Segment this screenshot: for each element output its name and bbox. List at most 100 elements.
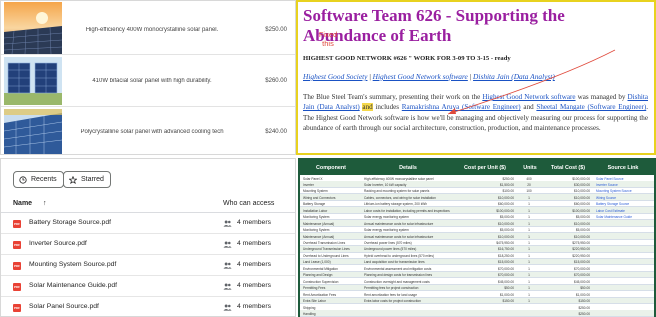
- cell-units: 400: [526, 176, 532, 181]
- access-count: 4 members: [237, 240, 271, 247]
- cell-total-cost: $5,000.00: [575, 228, 590, 233]
- cell-component: Mounting System: [303, 189, 328, 194]
- cell-total-cost: $60,000.00: [574, 202, 590, 207]
- cell-cost-per-unit: $475,950.00: [496, 241, 514, 245]
- highlighted-word: and: [362, 103, 373, 112]
- cell-source-link[interactable]: Inverter Source: [596, 183, 652, 187]
- cell-component: Construction Supervision: [303, 279, 339, 284]
- pdf-icon: PDF: [13, 262, 21, 270]
- header-total-cost: Total Cost ($): [550, 165, 586, 171]
- cell-units: 1: [528, 260, 530, 265]
- cell-total-cost: $50.00: [580, 286, 590, 291]
- cell-total-cost: $250.00: [578, 311, 590, 316]
- cell-units: 20: [527, 182, 531, 187]
- file-name[interactable]: Solar Panel Source.pdf: [29, 303, 99, 310]
- cell-component: Overhead to Underground Lines: [303, 253, 349, 258]
- cell-cost-per-unit: $50.00: [504, 286, 514, 291]
- cell-cost-per-unit: $70,000.00: [498, 273, 514, 278]
- file-name[interactable]: Battery Storage Source.pdf: [29, 219, 111, 226]
- chip-label: Starred: [81, 176, 104, 183]
- cell-total-cost: $5,000.00: [575, 215, 590, 220]
- cell-component: Maintenance (Annual): [303, 234, 335, 239]
- annotation-arrow: [447, 49, 616, 115]
- cell-source-link[interactable]: Solar Maintenance Guide: [596, 215, 652, 219]
- cell-details: Solar Inverter, 10 kW capacity: [364, 182, 407, 187]
- people-icon: [223, 241, 232, 248]
- access-count: 4 members: [237, 219, 271, 226]
- cell-details: Environmental assessment and mitigation …: [364, 266, 432, 271]
- spreadsheet-header-row: Component Details Cost per Unit ($) Unit…: [300, 161, 654, 175]
- cell-cost-per-unit: $10,000.00: [498, 221, 514, 226]
- cell-component: Installation Labor: [303, 208, 328, 213]
- cell-cost-per-unit: $5,000.00: [499, 215, 514, 220]
- cell-details: Planning and design costs for transmissi…: [364, 273, 433, 278]
- header-details: Details: [399, 165, 417, 171]
- cell-component: Handling: [303, 311, 316, 316]
- people-icon: [223, 262, 232, 269]
- cell-units: 1: [528, 253, 530, 258]
- solar-panel-image: [3, 109, 63, 154]
- access-count: 4 members: [237, 303, 271, 310]
- header-component: Component: [316, 165, 346, 171]
- file-row[interactable]: PDF Solar Maintenance Guide.pdf 4 member…: [1, 276, 295, 297]
- chip-label: Recents: [31, 176, 57, 183]
- cell-component: Rent Amortization Fees: [303, 292, 337, 297]
- product-row: 410W bifacial solar panel with high dura…: [1, 55, 295, 107]
- cell-cost-per-unit: $100.00: [502, 189, 514, 194]
- pdf-icon: PDF: [13, 283, 21, 291]
- clock-icon: [19, 175, 27, 184]
- file-name[interactable]: Mounting System Source.pdf: [29, 261, 116, 268]
- cell-source-link[interactable]: Labor Cost Estimate: [596, 209, 652, 213]
- cell-details: Solar energy monitoring system: [364, 228, 409, 233]
- cell-units: 1: [528, 279, 530, 284]
- file-row[interactable]: PDF Solar Panel Source.pdf 4 members: [1, 297, 295, 316]
- cell-units: 1: [528, 266, 530, 271]
- cell-source-link[interactable]: Battery Storage Source: [596, 202, 652, 206]
- cell-details: Extra labor costs for project constructi…: [364, 299, 421, 304]
- cell-units: 1: [528, 215, 530, 220]
- cell-total-cost: $275,950.00: [572, 241, 590, 245]
- cell-total-cost: $30,000.00: [574, 182, 590, 187]
- solar-panel-image: [3, 2, 63, 55]
- cell-cost-per-unit: $250.00: [502, 176, 514, 181]
- cell-details: Lithium-ion battery storage system, 200 …: [364, 202, 428, 207]
- cell-units: 1: [528, 299, 530, 304]
- cell-details: Overhead power lines (570 miles): [364, 241, 412, 245]
- cell-component: Overhead Transmission Lines: [303, 241, 346, 245]
- cell-details: High-efficiency 400W monocrystalline sol…: [364, 176, 434, 181]
- name-column-header[interactable]: Name: [13, 200, 32, 207]
- cell-cost-per-unit: $18,250.00: [498, 253, 514, 258]
- highest-good-society-link[interactable]: Highest Good Society: [303, 72, 367, 81]
- article-title: Software Team 626 - Supporting the Abund…: [303, 6, 565, 45]
- cell-source-link[interactable]: Wiring Source: [596, 196, 652, 200]
- starred-filter-chip[interactable]: Starred: [63, 171, 111, 188]
- people-icon: [223, 304, 232, 311]
- cell-component: Underground Transmission Lines: [303, 247, 350, 252]
- product-description: Polycrystalline solar panel with advance…: [80, 129, 224, 135]
- cell-units: 100: [526, 189, 532, 194]
- cell-total-cost: $10,000.00: [574, 195, 590, 200]
- file-name[interactable]: Solar Maintenance Guide.pdf: [29, 282, 117, 289]
- file-name[interactable]: Inverter Source.pdf: [29, 240, 87, 247]
- cell-component: Shipping: [303, 305, 316, 310]
- cell-cost-per-unit: $15,000.00: [498, 260, 514, 265]
- cell-units: 1: [528, 292, 530, 297]
- cell-source-link[interactable]: Mounting System Source: [596, 189, 652, 193]
- cell-details: Land acquisition cost for transmission l…: [364, 260, 425, 265]
- file-row[interactable]: PDF Mounting System Source.pdf 4 members: [1, 255, 295, 276]
- cell-component: Solar Panel X: [303, 176, 323, 181]
- file-row[interactable]: PDF Battery Storage Source.pdf 4 members: [1, 213, 295, 234]
- cell-details: Underground power lines (570 miles): [364, 247, 417, 252]
- cell-component: Permitting Fees: [303, 286, 326, 291]
- pdf-icon: PDF: [13, 241, 21, 249]
- cell-total-cost: $10,000.00: [574, 189, 590, 194]
- cell-source-link[interactable]: Solar Panel Source: [596, 177, 652, 181]
- sort-arrow-icon[interactable]: ↑: [43, 200, 47, 207]
- file-row[interactable]: PDF Inverter Source.pdf 4 members: [1, 234, 295, 255]
- cell-units: 1: [528, 202, 530, 207]
- recents-filter-chip[interactable]: Recents: [13, 171, 64, 188]
- body-text: includes: [372, 103, 402, 112]
- cell-details: Hybrid overhead to underground lines (57…: [364, 253, 434, 258]
- drive-file-list: Recents Starred Name ↑ Who can access PD…: [0, 158, 296, 317]
- product-price: $240.00: [265, 129, 287, 135]
